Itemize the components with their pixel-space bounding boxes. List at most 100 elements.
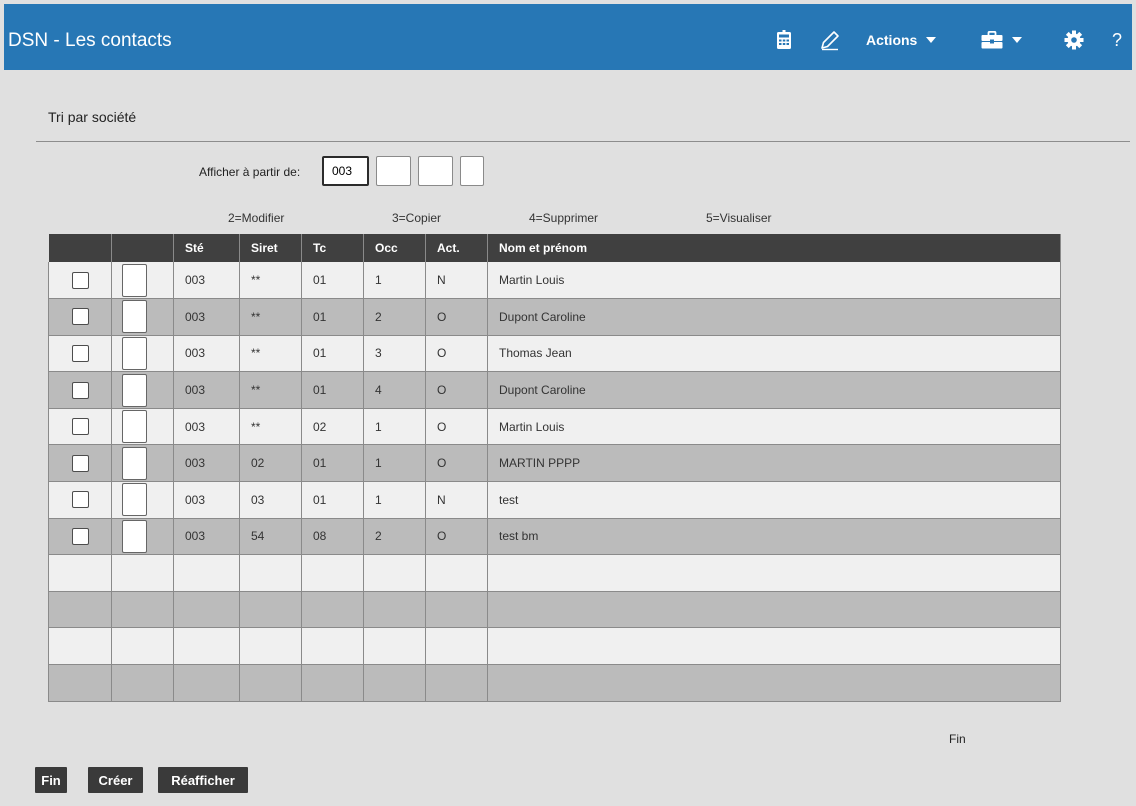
column-header-act: Act.	[425, 234, 488, 262]
start-from-label: Afficher à partir de:	[199, 165, 301, 179]
cell-tc: 01	[301, 371, 364, 409]
cell-ste: 003	[173, 262, 240, 300]
edit-pencil-icon[interactable]	[819, 28, 841, 52]
row-checkbox[interactable]	[71, 491, 89, 509]
row-option-input[interactable]	[122, 410, 147, 444]
cell-tc: 01	[301, 262, 364, 300]
start-from-field-2[interactable]	[376, 156, 411, 186]
cell-tc: 01	[301, 444, 364, 483]
row-option-input[interactable]	[122, 519, 147, 553]
cell-occ: 2	[363, 518, 426, 556]
cell-siret: 02	[239, 444, 302, 483]
create-button[interactable]: Créer	[88, 767, 143, 793]
row-option-input[interactable]	[122, 373, 147, 407]
cell-siret: **	[239, 408, 302, 446]
row-checkbox[interactable]	[71, 344, 89, 362]
row-checkbox[interactable]	[71, 381, 89, 399]
legend-delete: 4=Supprimer	[529, 211, 599, 225]
cell-name: test	[487, 481, 1061, 519]
row-checkbox[interactable]	[71, 308, 89, 326]
cell-act: N	[425, 481, 488, 519]
cell-occ: 4	[363, 371, 426, 409]
table-row[interactable]: 003 54 08 2 O test bm	[48, 518, 1061, 556]
cell-act: O	[425, 335, 488, 373]
toolbox-menu[interactable]	[981, 28, 1022, 52]
cell-tc: 08	[301, 518, 364, 556]
cell-occ: 2	[363, 298, 426, 336]
cell-tc: 01	[301, 298, 364, 336]
section-title: Tri par société	[48, 109, 137, 125]
column-header-select	[48, 234, 112, 262]
empty-table-row	[48, 554, 1061, 592]
row-checkbox[interactable]	[71, 271, 89, 289]
cell-tc: 02	[301, 408, 364, 446]
cell-siret: **	[239, 371, 302, 409]
cell-name: Martin Louis	[487, 262, 1061, 300]
fin-button[interactable]: Fin	[35, 767, 67, 793]
empty-table-row	[48, 627, 1061, 666]
cell-occ: 3	[363, 335, 426, 373]
table-row[interactable]: 003 ** 01 3 O Thomas Jean	[48, 335, 1061, 373]
divider	[36, 141, 1130, 142]
contacts-table: Sté Siret Tc Occ Act. Nom et prénom 003 …	[48, 234, 1061, 702]
legend-modify: 2=Modifier	[228, 211, 285, 225]
help-icon[interactable]: ?	[1112, 28, 1122, 52]
cell-siret: **	[239, 262, 302, 300]
start-from-field-4[interactable]	[460, 156, 484, 186]
legend-view: 5=Visualiser	[706, 211, 772, 225]
table-row[interactable]: 003 ** 01 2 O Dupont Caroline	[48, 298, 1061, 336]
column-header-siret: Siret	[239, 234, 302, 262]
table-row[interactable]: 003 02 01 1 O MARTIN PPPP	[48, 444, 1061, 483]
cell-ste: 003	[173, 298, 240, 336]
cell-occ: 1	[363, 408, 426, 446]
row-option-input[interactable]	[122, 336, 147, 370]
cell-ste: 003	[173, 481, 240, 519]
legend-copy: 3=Copier	[392, 211, 442, 225]
cell-siret: **	[239, 298, 302, 336]
cell-occ: 1	[363, 262, 426, 300]
table-row[interactable]: 003 ** 02 1 O Martin Louis	[48, 408, 1061, 446]
cell-name: MARTIN PPPP	[487, 444, 1061, 483]
table-row[interactable]: 003 ** 01 1 N Martin Louis	[48, 262, 1061, 300]
cell-act: N	[425, 262, 488, 300]
start-from-field-3[interactable]	[418, 156, 453, 186]
cell-tc: 01	[301, 335, 364, 373]
cell-name: Dupont Caroline	[487, 298, 1061, 336]
refresh-button[interactable]: Réafficher	[158, 767, 248, 793]
column-header-ste: Sté	[173, 234, 240, 262]
cell-act: O	[425, 518, 488, 556]
cell-siret: 03	[239, 481, 302, 519]
row-option-input[interactable]	[122, 446, 147, 480]
column-header-occ: Occ	[363, 234, 426, 262]
row-checkbox[interactable]	[71, 527, 89, 545]
cell-siret: **	[239, 335, 302, 373]
cell-act: O	[425, 408, 488, 446]
top-bar: DSN - Les contacts Actions ?	[4, 4, 1132, 70]
actions-menu[interactable]: Actions	[866, 28, 937, 52]
cell-occ: 1	[363, 444, 426, 483]
column-header-name: Nom et prénom	[487, 234, 1061, 262]
row-checkbox[interactable]	[71, 418, 89, 436]
row-checkbox[interactable]	[71, 454, 89, 472]
row-option-input[interactable]	[122, 300, 147, 334]
cell-siret: 54	[239, 518, 302, 556]
actions-label: Actions	[866, 32, 918, 48]
row-option-input[interactable]	[122, 483, 147, 517]
row-option-input[interactable]	[122, 263, 147, 297]
chevron-down-icon	[1012, 37, 1022, 43]
cell-name: test bm	[487, 518, 1061, 556]
cell-ste: 003	[173, 444, 240, 483]
start-from-company-input[interactable]	[322, 156, 369, 186]
calculator-icon[interactable]	[776, 28, 792, 52]
gear-icon[interactable]	[1064, 28, 1084, 52]
table-row[interactable]: 003 03 01 1 N test	[48, 481, 1061, 519]
table-row[interactable]: 003 ** 01 4 O Dupont Caroline	[48, 371, 1061, 409]
empty-table-row	[48, 664, 1061, 702]
cell-name: Thomas Jean	[487, 335, 1061, 373]
cell-ste: 003	[173, 371, 240, 409]
end-of-list-label: Fin	[949, 732, 966, 746]
app-title: DSN - Les contacts	[8, 30, 172, 51]
chevron-down-icon	[926, 37, 937, 43]
column-header-tc: Tc	[301, 234, 364, 262]
cell-occ: 1	[363, 481, 426, 519]
